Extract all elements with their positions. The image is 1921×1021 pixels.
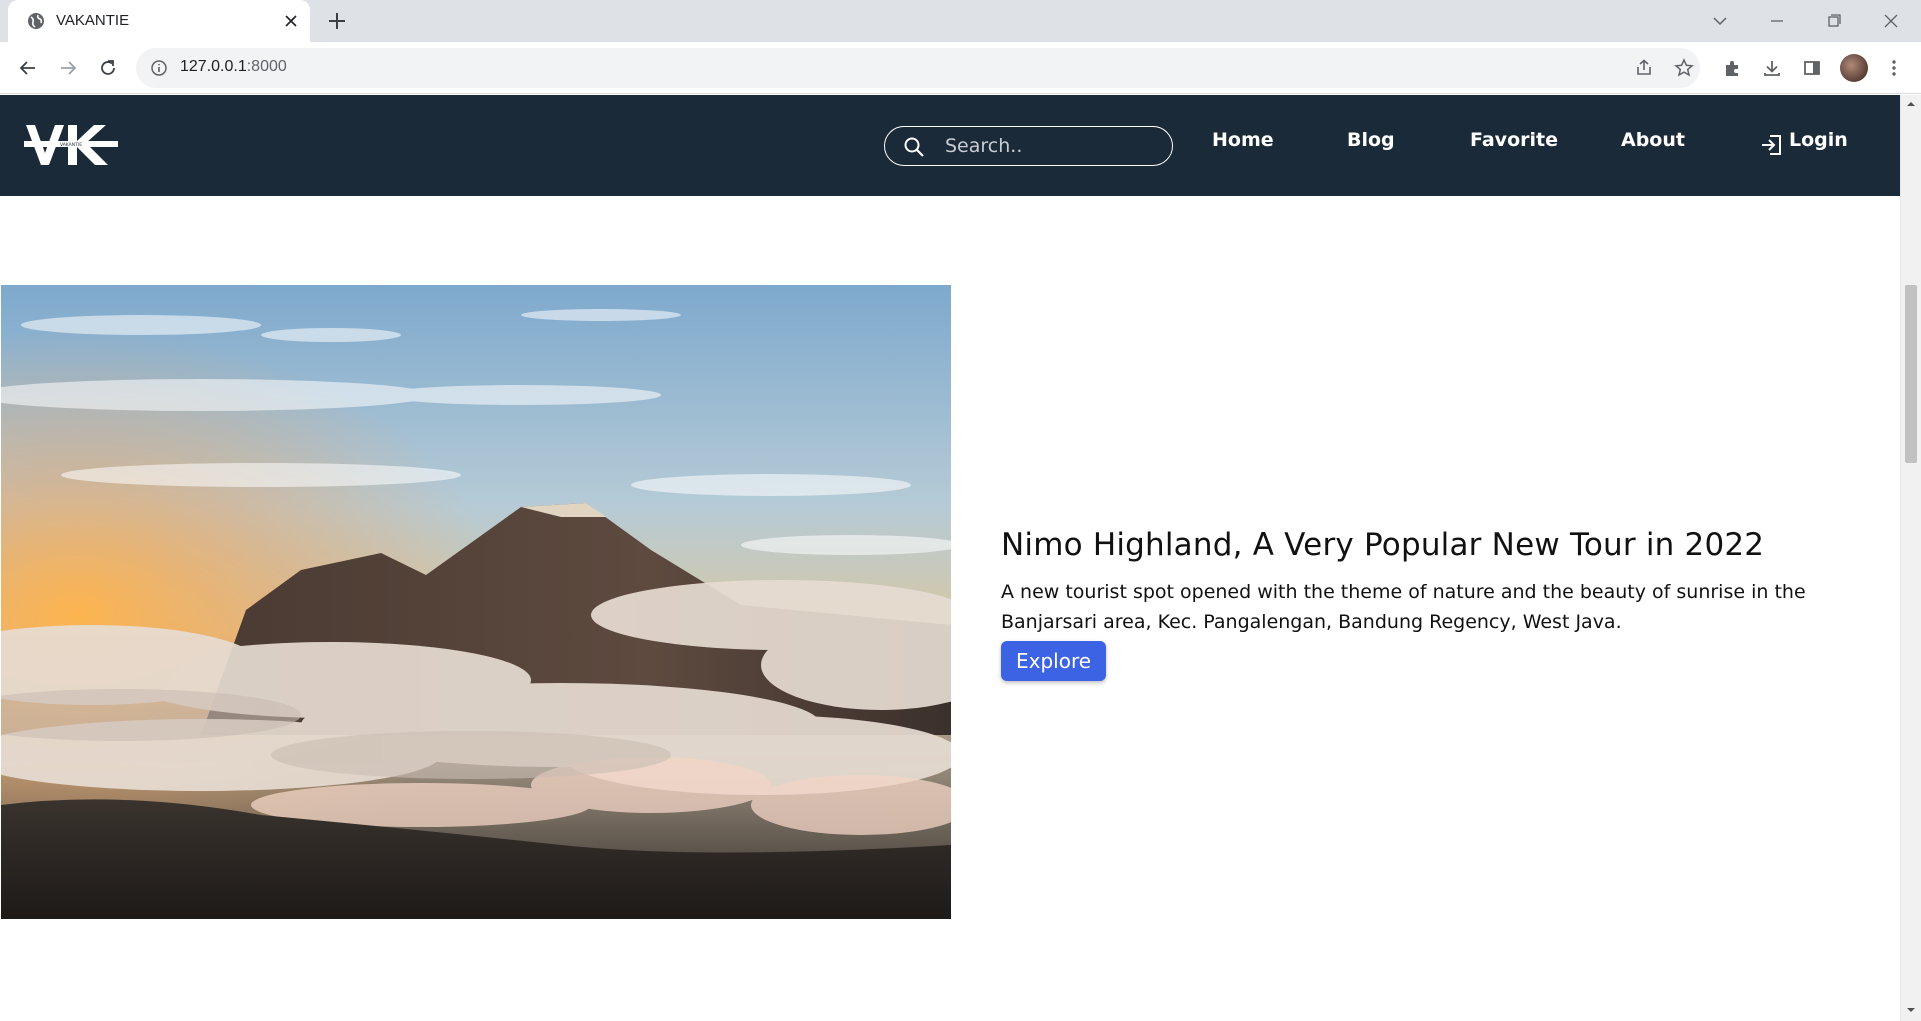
globe-icon (28, 13, 44, 29)
site-info-icon[interactable] (150, 59, 168, 77)
back-arrow-icon[interactable] (14, 54, 42, 82)
hero-description: A new tourist spot opened with the theme… (1001, 581, 1806, 633)
side-panel-icon[interactable] (1798, 54, 1826, 82)
extensions-icon[interactable] (1718, 54, 1746, 82)
nav-about[interactable]: About (1621, 129, 1685, 151)
reload-icon[interactable] (94, 54, 122, 82)
page-viewport: VAKANTIE Home Blog Favorite About Login (0, 95, 1900, 1021)
close-window-icon[interactable] (1878, 8, 1904, 34)
vakantie-logo[interactable]: VAKANTIE (24, 123, 118, 167)
minimize-icon[interactable] (1764, 8, 1790, 34)
bookmark-star-icon[interactable] (1670, 54, 1698, 82)
tab-title: VAKANTIE (56, 12, 130, 29)
search-input[interactable] (943, 133, 1153, 159)
scroll-up-arrow-icon[interactable] (1906, 99, 1916, 109)
browser-tab-active[interactable]: VAKANTIE (8, 0, 310, 42)
address-bar[interactable]: 127.0.0.1:8000 (136, 48, 1700, 88)
site-navbar: VAKANTIE Home Blog Favorite About Login (0, 95, 1900, 196)
nav-login[interactable]: Login (1789, 129, 1848, 151)
page-scrollbar[interactable] (1900, 95, 1921, 1021)
close-tab-icon[interactable] (282, 12, 300, 30)
nav-favorite[interactable]: Favorite (1470, 129, 1558, 151)
scroll-down-arrow-icon[interactable] (1906, 1005, 1916, 1015)
scroll-thumb[interactable] (1905, 285, 1917, 463)
browser-toolbar: 127.0.0.1:8000 (0, 42, 1921, 94)
profile-avatar[interactable] (1840, 54, 1868, 82)
url-text: 127.0.0.1:8000 (180, 58, 287, 75)
nav-home[interactable]: Home (1212, 129, 1274, 151)
svg-text:VAKANTIE: VAKANTIE (60, 142, 82, 148)
explore-button[interactable]: Explore (1001, 641, 1107, 681)
hero-title: Nimo Highland, A Very Popular New Tour i… (1001, 527, 1765, 563)
hero-content: Nimo Highland, A Very Popular New Tour i… (1001, 527, 1861, 681)
hero-image-mountain-sunrise (1, 285, 951, 919)
browser-tabstrip: VAKANTIE (0, 0, 1921, 42)
forward-arrow-icon[interactable] (54, 54, 82, 82)
share-icon[interactable] (1630, 54, 1658, 82)
search-box[interactable] (884, 126, 1173, 166)
new-tab-icon[interactable] (326, 10, 348, 32)
nav-blog[interactable]: Blog (1347, 129, 1395, 151)
search-icon[interactable] (903, 136, 925, 158)
restore-icon[interactable] (1821, 8, 1847, 34)
download-icon[interactable] (1758, 54, 1786, 82)
tab-search-chevron-icon[interactable] (1707, 8, 1733, 34)
more-menu-icon[interactable] (1880, 54, 1908, 82)
login-icon[interactable] (1759, 132, 1785, 158)
